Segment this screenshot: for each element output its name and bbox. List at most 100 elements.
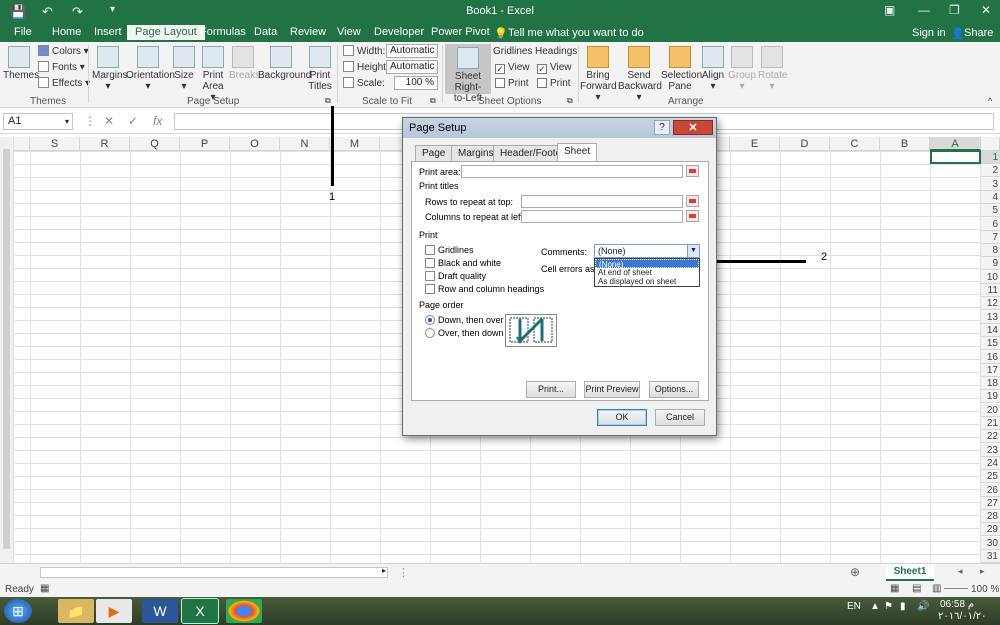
- row-header[interactable]: 2: [981, 164, 1000, 178]
- fonts-button[interactable]: Fonts ▾: [38, 61, 85, 73]
- tab-data[interactable]: Data: [254, 26, 277, 38]
- over-then-down-radio[interactable]: [425, 328, 435, 338]
- tab-sheet[interactable]: Sheet: [557, 143, 598, 162]
- row-header[interactable]: 31: [981, 550, 1000, 563]
- minimize-icon[interactable]: —: [918, 3, 930, 17]
- rows-repeat-collapse-icon[interactable]: [686, 195, 699, 207]
- network-icon[interactable]: ▮: [900, 601, 906, 612]
- size-button[interactable]: Size ▾: [172, 46, 196, 92]
- column-header[interactable]: M: [330, 137, 380, 151]
- tab-formulas[interactable]: Formulas: [200, 26, 246, 38]
- enter-entry-icon[interactable]: ✓: [128, 114, 138, 128]
- ok-button[interactable]: OK: [597, 409, 647, 426]
- send-backward-button[interactable]: Send Backward ▾: [618, 46, 662, 103]
- row-header[interactable]: 29: [981, 523, 1000, 537]
- headings-view-checkbox[interactable]: ✓ View: [537, 62, 572, 74]
- page-break-view-icon[interactable]: ▥: [932, 583, 941, 594]
- gridlines-checkbox[interactable]: [425, 245, 435, 255]
- page-setup-launcher-icon[interactable]: ⧉: [325, 96, 331, 106]
- breaks-button[interactable]: Breaks: [229, 46, 260, 81]
- row-header[interactable]: 7: [981, 230, 1000, 244]
- print-titles-button[interactable]: Print Titles: [306, 46, 334, 92]
- column-header-partial[interactable]: [14, 137, 30, 151]
- row-header[interactable]: 9: [981, 257, 1000, 271]
- row-header[interactable]: 14: [981, 323, 1000, 337]
- comments-dropdown-arrow-icon[interactable]: ▼: [687, 245, 699, 257]
- column-header[interactable]: B: [880, 137, 930, 151]
- comments-option-as-displayed[interactable]: As displayed on sheet: [595, 277, 699, 286]
- column-header[interactable]: E: [730, 137, 780, 151]
- rotate-button[interactable]: Rotate ▾: [758, 46, 787, 92]
- row-header[interactable]: 13: [981, 310, 1000, 324]
- sheet-nav-next-icon[interactable]: ▸: [980, 566, 985, 577]
- tab-home[interactable]: Home: [52, 26, 81, 38]
- name-box-dropdown-icon[interactable]: ▾: [65, 114, 69, 129]
- page-layout-view-icon[interactable]: ▤: [912, 583, 921, 594]
- row-header[interactable]: 25: [981, 470, 1000, 484]
- name-box[interactable]: A1 ▾: [3, 113, 73, 130]
- comments-option-end-of-sheet[interactable]: At end of sheet: [595, 268, 699, 277]
- cancel-button[interactable]: Cancel: [655, 409, 705, 426]
- row-header[interactable]: 12: [981, 297, 1000, 311]
- print-preview-button[interactable]: Print Preview: [584, 381, 640, 398]
- scale-spinner[interactable]: 100 %: [394, 76, 438, 90]
- column-header[interactable]: R: [80, 137, 130, 151]
- width-dropdown[interactable]: Automatic: [386, 44, 438, 58]
- normal-view-icon[interactable]: ▦: [890, 583, 899, 594]
- bring-forward-button[interactable]: Bring Forward ▾: [580, 46, 617, 103]
- word-icon[interactable]: W: [142, 599, 178, 623]
- flag-icon[interactable]: ⚑: [884, 601, 893, 612]
- row-header[interactable]: 1: [981, 151, 1000, 164]
- column-header[interactable]: C: [830, 137, 880, 151]
- row-header[interactable]: 15: [981, 337, 1000, 351]
- share-button[interactable]: Share: [964, 27, 993, 39]
- down-then-over-radio[interactable]: [425, 315, 435, 325]
- column-header[interactable]: N: [280, 137, 330, 151]
- collapse-ribbon-icon[interactable]: ^: [988, 96, 992, 106]
- column-header[interactable]: P: [180, 137, 230, 151]
- formula-bar-options-icon[interactable]: ⋮: [84, 114, 96, 128]
- group-button[interactable]: Group ▾: [728, 46, 756, 92]
- new-sheet-icon[interactable]: ⊕: [850, 565, 860, 579]
- active-cell-a1[interactable]: [930, 150, 981, 164]
- row-header[interactable]: 19: [981, 390, 1000, 404]
- cols-repeat-input[interactable]: [521, 210, 683, 223]
- tell-me-input[interactable]: Tell me what you want to do: [508, 27, 644, 39]
- gridlines-view-checkbox[interactable]: ✓ View: [495, 62, 530, 74]
- height-dropdown[interactable]: Automatic: [386, 60, 438, 74]
- column-header[interactable]: O: [230, 137, 280, 151]
- comments-option-none[interactable]: (None): [595, 259, 699, 269]
- tab-insert[interactable]: Insert: [94, 26, 122, 38]
- print-area-input[interactable]: [461, 165, 683, 178]
- margins-button[interactable]: Margins ▾: [92, 46, 128, 92]
- row-header[interactable]: 20: [981, 403, 1000, 417]
- row-header[interactable]: 28: [981, 510, 1000, 524]
- themes-button[interactable]: Themes: [3, 46, 39, 81]
- horizontal-scrollbar[interactable]: ▸: [40, 566, 388, 578]
- row-header[interactable]: 30: [981, 536, 1000, 550]
- sheet-tab-sheet1[interactable]: Sheet1: [886, 564, 934, 581]
- language-indicator[interactable]: EN: [847, 601, 861, 612]
- cols-repeat-collapse-icon[interactable]: [686, 210, 699, 222]
- colors-button[interactable]: Colors ▾: [38, 45, 89, 57]
- row-header[interactable]: 16: [981, 350, 1000, 364]
- tab-page[interactable]: Page: [415, 145, 453, 161]
- column-header[interactable]: Q: [130, 137, 180, 151]
- print-area-collapse-icon[interactable]: [686, 165, 699, 177]
- select-all-corner[interactable]: [981, 137, 1000, 151]
- scroll-right-icon[interactable]: ▸: [382, 566, 386, 575]
- row-header[interactable]: 22: [981, 430, 1000, 444]
- dialog-close-button[interactable]: ✕: [673, 120, 713, 135]
- headings-print-checkbox[interactable]: Print: [537, 78, 571, 89]
- sign-in-link[interactable]: Sign in: [912, 27, 946, 39]
- column-header[interactable]: A: [930, 137, 981, 151]
- row-header[interactable]: 23: [981, 443, 1000, 457]
- sheet-scroll-divider-icon[interactable]: ⋮: [398, 566, 409, 579]
- row-header[interactable]: 17: [981, 363, 1000, 377]
- comments-dropdown[interactable]: (None) ▼: [594, 244, 700, 258]
- sheet-nav-prev-icon[interactable]: ◂: [958, 566, 963, 577]
- media-player-icon[interactable]: ▶: [96, 599, 132, 623]
- tab-file[interactable]: File: [14, 26, 32, 38]
- sheet-options-launcher-icon[interactable]: ⧉: [567, 96, 573, 106]
- tab-developer[interactable]: Developer: [374, 26, 424, 38]
